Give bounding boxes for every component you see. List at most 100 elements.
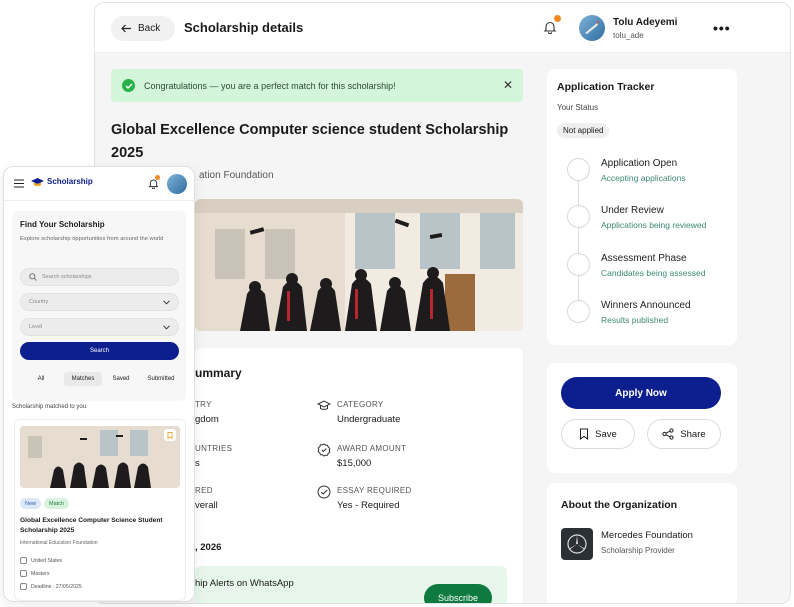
- apply-now-button[interactable]: Apply Now: [561, 377, 721, 409]
- bookmark-icon[interactable]: [164, 429, 176, 441]
- close-icon[interactable]: ✕: [503, 78, 513, 92]
- deadline-value: , 2026: [195, 542, 222, 553]
- summary-section: ummary TRY gdom UNTRIES s RED verall CAT…: [195, 348, 523, 603]
- graduation-photo: [20, 426, 180, 488]
- whatsapp-title: hip Alerts on WhatsApp: [195, 578, 294, 589]
- calendar-icon: [20, 583, 27, 590]
- countries-label: UNTRIES: [195, 444, 233, 453]
- avatar[interactable]: [579, 15, 605, 41]
- panel-subtitle: Explore scholarship opportunities from a…: [20, 236, 164, 242]
- save-label: Save: [595, 428, 617, 440]
- required-label: RED: [195, 486, 213, 495]
- category-value: Undergraduate: [337, 414, 401, 425]
- check-circle-icon: [122, 79, 135, 92]
- share-label: Share: [680, 428, 706, 440]
- bookmark-icon: [580, 428, 589, 440]
- location-icon: [20, 557, 27, 564]
- chevron-down-icon: [163, 299, 170, 305]
- logo-cap-icon: [31, 178, 44, 187]
- search-placeholder: Search scholarships: [42, 274, 92, 280]
- search-panel: Find Your Scholarship Explore scholarshi…: [12, 211, 186, 401]
- tab-saved[interactable]: Saved: [106, 372, 136, 386]
- tracker-title: Application Tracker: [557, 81, 655, 93]
- step-title: Under Review: [601, 205, 664, 216]
- step-subtitle: Applications being reviewed: [601, 220, 707, 230]
- about-title: About the Organization: [561, 499, 678, 511]
- graduation-photo: [195, 199, 523, 331]
- alert-message: Congratulations — you are a perfect matc…: [144, 80, 396, 91]
- matched-label: Scholarship matched to you: [12, 404, 87, 410]
- award-value: $15,000: [337, 458, 372, 469]
- step-subtitle: Candidates being assessed: [601, 268, 706, 278]
- country-label: TRY: [195, 400, 212, 409]
- step-subtitle: Results published: [601, 315, 669, 325]
- step-title: Winners Announced: [601, 300, 691, 311]
- card-deadline: Deadline : 27/05/2025: [31, 584, 82, 590]
- level-select[interactable]: Level: [20, 318, 179, 336]
- step-circle: [567, 205, 590, 228]
- mobile-window: Scholarship Find Your Scholarship Explor…: [3, 166, 195, 602]
- scholarship-card[interactable]: New Match Global Excellence Computer Sci…: [14, 419, 186, 601]
- step-circle: [567, 158, 590, 181]
- scholarship-title: Global Excellence Computer science stude…: [111, 122, 509, 161]
- status-badge: Not applied: [557, 123, 610, 138]
- search-icon: [29, 273, 37, 281]
- top-bar: Back Scholarship details Tolu Adeyemi to…: [95, 3, 790, 53]
- card-level: Masters: [31, 571, 50, 577]
- required-value: verall: [195, 500, 218, 511]
- application-tracker: Application Tracker Your Status Not appl…: [547, 69, 737, 345]
- step-subtitle: Accepting applications: [601, 173, 686, 183]
- check-circle-outline-icon: [317, 485, 331, 499]
- app-logo: Scholarship: [47, 177, 93, 186]
- more-options-icon[interactable]: •••: [713, 20, 731, 36]
- organization-name: ation Foundation: [199, 170, 274, 181]
- card-org: International Education Foundation: [20, 540, 98, 546]
- whatsapp-alert-box: hip Alerts on WhatsApp Subscribe: [195, 566, 507, 603]
- page-title: Scholarship details: [184, 20, 304, 35]
- award-badge-icon: [317, 443, 331, 457]
- tab-matches[interactable]: Matches: [64, 372, 102, 386]
- search-input[interactable]: Search scholarships: [20, 268, 179, 286]
- timeline-line: [578, 173, 579, 319]
- countries-value: s: [195, 458, 200, 469]
- hamburger-menu-icon[interactable]: [14, 179, 24, 188]
- card-location: United States: [31, 558, 63, 564]
- share-button[interactable]: Share: [647, 419, 721, 449]
- mobile-top-bar: Scholarship: [4, 167, 194, 201]
- tab-all[interactable]: All: [28, 372, 54, 386]
- country-value: gdom: [195, 414, 219, 425]
- user-name: Tolu Adeyemi: [613, 17, 678, 28]
- user-handle: tolu_ade: [613, 31, 644, 40]
- panel-title: Find Your Scholarship: [20, 220, 105, 229]
- avatar[interactable]: [167, 174, 187, 194]
- back-label: Back: [138, 23, 161, 34]
- status-label: Your Status: [557, 103, 599, 112]
- org-name: Mercedes Foundation: [601, 530, 693, 541]
- level-select-value: Level: [29, 324, 43, 330]
- bell-icon[interactable]: [543, 20, 557, 34]
- level-icon: [20, 570, 27, 577]
- essay-value: Yes - Required: [337, 500, 400, 511]
- share-icon: [662, 428, 674, 440]
- country-select-value: Country: [29, 299, 49, 305]
- notification-dot: [155, 175, 160, 180]
- save-button[interactable]: Save: [561, 419, 635, 449]
- success-alert: Congratulations — you are a perfect matc…: [111, 69, 523, 102]
- step-title: Assessment Phase: [601, 253, 687, 264]
- back-button[interactable]: Back: [111, 16, 175, 41]
- country-select[interactable]: Country: [20, 293, 179, 311]
- step-title: Application Open: [601, 158, 678, 169]
- step-circle: [567, 253, 590, 276]
- match-badge: Match: [44, 498, 69, 509]
- mercedes-logo: [561, 528, 593, 560]
- chevron-down-icon: [163, 324, 170, 330]
- tab-submitted[interactable]: Submitted: [140, 372, 182, 386]
- subscribe-button[interactable]: Subscribe: [424, 584, 492, 603]
- step-circle: [567, 300, 590, 323]
- summary-title: ummary: [195, 366, 242, 380]
- search-button[interactable]: Search: [20, 342, 179, 360]
- notification-dot: [554, 15, 561, 22]
- category-label: CATEGORY: [337, 400, 384, 409]
- desktop-window: Back Scholarship details Tolu Adeyemi to…: [94, 2, 791, 604]
- org-role: Scholarship Provider: [601, 546, 675, 555]
